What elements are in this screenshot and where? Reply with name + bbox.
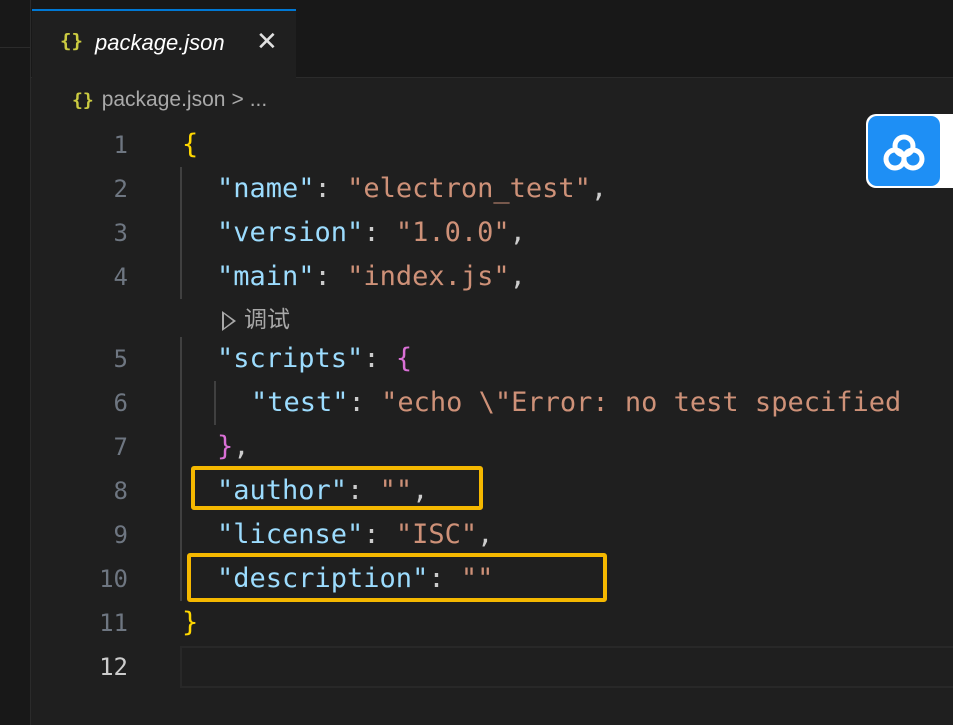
line-number: 8: [113, 477, 128, 505]
chevron-right-icon: >: [231, 88, 244, 111]
line-number: 6: [113, 389, 128, 417]
code-line[interactable]: "main": "index.js",: [217, 255, 526, 299]
json-braces-icon: {}: [60, 30, 83, 52]
indent-guide: [180, 337, 182, 601]
code-line[interactable]: }: [182, 601, 198, 645]
tab-label[interactable]: package.json: [95, 30, 225, 56]
line-number: 1: [113, 131, 128, 159]
breadcrumb-file[interactable]: package.json: [102, 88, 226, 111]
close-icon[interactable]: ✕: [256, 29, 278, 55]
breadcrumb: {} package.json >...: [72, 88, 267, 116]
line-number: 3: [113, 219, 128, 247]
highlight-box-author: [191, 466, 483, 510]
debug-codelens[interactable]: 调试: [222, 300, 290, 334]
indent-guide: [214, 381, 216, 425]
code-line[interactable]: {: [182, 123, 198, 167]
codelens-label[interactable]: 调试: [244, 307, 290, 333]
line-number-active: 12: [99, 653, 128, 681]
code-line[interactable]: "test": "echo \"Error: no test specified: [251, 381, 901, 425]
play-icon: [222, 310, 236, 331]
line-number: 2: [113, 175, 128, 203]
line-number: 5: [113, 345, 128, 373]
cloud-sync-icon: [868, 116, 940, 186]
highlight-box-description: [187, 553, 607, 602]
activity-bar-edge: [0, 0, 31, 725]
floating-cloud-button[interactable]: [866, 114, 953, 188]
line-number: 9: [113, 521, 128, 549]
code-line[interactable]: "name": "electron_test",: [217, 167, 607, 211]
indent-guide: [180, 167, 182, 299]
current-line-highlight: [180, 646, 953, 688]
breadcrumb-more[interactable]: ...: [250, 88, 268, 111]
code-line[interactable]: },: [217, 425, 250, 469]
code-line[interactable]: "scripts": {: [217, 337, 412, 381]
line-number: 4: [113, 263, 128, 291]
code-line[interactable]: "version": "1.0.0",: [217, 211, 526, 255]
line-number: 7: [113, 433, 128, 461]
line-number: 10: [99, 565, 128, 593]
json-braces-icon: {}: [72, 90, 94, 111]
line-number: 11: [99, 609, 128, 637]
code-line[interactable]: "license": "ISC",: [217, 513, 493, 557]
activity-bar-top: [0, 0, 30, 48]
